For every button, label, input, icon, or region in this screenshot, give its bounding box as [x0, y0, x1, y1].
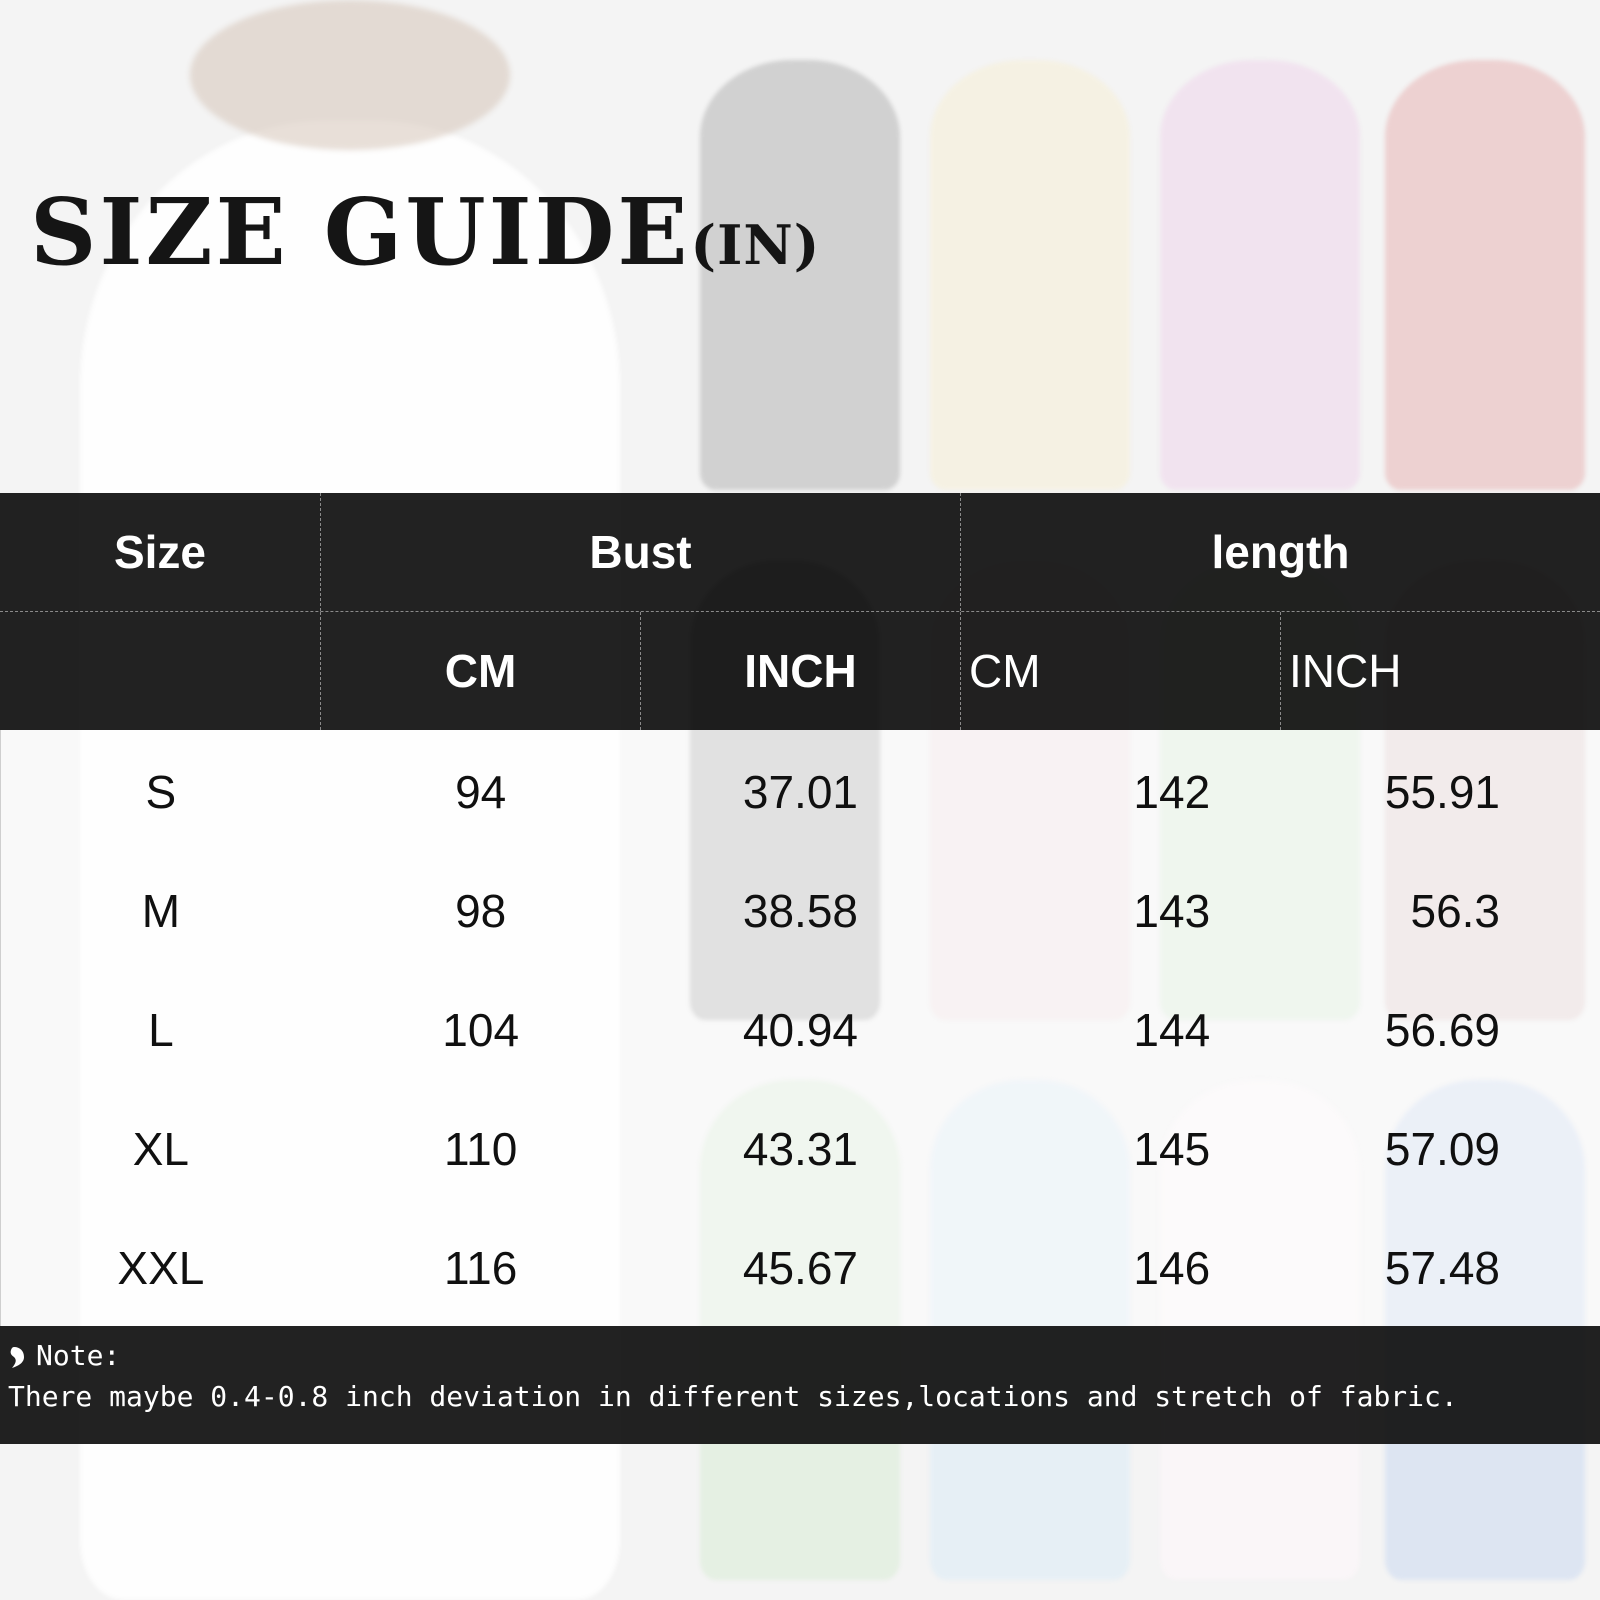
dress-image-cream — [930, 60, 1130, 490]
cell-bust-cm: 104 — [442, 1003, 520, 1056]
note-label: Note: — [36, 1338, 121, 1372]
table-row: XL 110 43.31 145 57.09 — [1, 1089, 1600, 1208]
header-bust-inch: INCH — [640, 612, 960, 730]
note-text: There maybe 0.4-0.8 inch deviation in di… — [8, 1380, 1458, 1413]
cell-length-inch: 56.69 — [1384, 1003, 1501, 1056]
cell-bust-inch: 43.31 — [742, 1122, 859, 1175]
cell-length-inch: 55.91 — [1384, 765, 1501, 818]
cell-length-inch: 57.48 — [1384, 1241, 1501, 1294]
dress-image-pink — [1160, 60, 1360, 490]
cell-length-inch: 56.3 — [1410, 884, 1501, 937]
size-table: Size Bust length CM INCH CM INCH S 94 37… — [0, 493, 1600, 1327]
table-row: L 104 40.94 144 56.69 — [1, 970, 1600, 1089]
table-body: S 94 37.01 142 55.91 M 98 38.58 143 56.3… — [0, 730, 1600, 1327]
table-header-top: Size Bust length — [0, 493, 1600, 611]
title-main: SIZE GUIDE — [30, 178, 691, 286]
title-unit: (IN) — [690, 213, 821, 277]
cell-bust-cm: 98 — [455, 884, 507, 937]
table-row: XXL 116 45.67 146 57.48 — [1, 1208, 1600, 1327]
cell-length-cm: 143 — [1133, 884, 1211, 937]
cell-size: S — [145, 765, 177, 818]
cell-bust-cm: 94 — [455, 765, 507, 818]
cell-size: XL — [132, 1122, 190, 1175]
cell-length-inch: 57.09 — [1384, 1122, 1501, 1175]
cell-bust-inch: 45.67 — [742, 1241, 859, 1294]
cell-length-cm: 142 — [1133, 765, 1211, 818]
note-banner: Note: There maybe 0.4-0.8 inch deviation… — [0, 1326, 1600, 1444]
table-header-sub: CM INCH CM INCH — [0, 611, 1600, 730]
note-heading: Note: — [8, 1334, 1600, 1376]
dress-image-red — [1385, 60, 1585, 490]
model-skin-large — [190, 0, 510, 150]
cell-length-cm: 144 — [1133, 1003, 1211, 1056]
header-length: length — [960, 493, 1600, 611]
header-size: Size — [113, 526, 207, 578]
header-length-inch: INCH — [1280, 612, 1600, 730]
header-empty — [0, 612, 320, 730]
heart-icon — [8, 1343, 30, 1368]
cell-bust-cm: 110 — [444, 1122, 518, 1175]
cell-size: M — [141, 884, 181, 937]
table-row: S 94 37.01 142 55.91 — [1, 732, 1600, 851]
cell-size: L — [148, 1003, 174, 1056]
cell-bust-inch: 38.58 — [742, 884, 859, 937]
cell-bust-inch: 40.94 — [742, 1003, 859, 1056]
size-guide-title: SIZE GUIDE(IN) — [30, 178, 820, 286]
cell-length-cm: 146 — [1133, 1241, 1211, 1294]
cell-bust-inch: 37.01 — [742, 765, 859, 818]
header-length-cm: CM — [960, 612, 1280, 730]
table-row: M 98 38.58 143 56.3 — [1, 851, 1600, 970]
cell-size: XXL — [117, 1241, 205, 1294]
cell-bust-cm: 116 — [444, 1241, 518, 1294]
cell-length-cm: 145 — [1133, 1122, 1211, 1175]
header-bust-cm: CM — [320, 612, 640, 730]
header-bust: Bust — [320, 493, 960, 611]
